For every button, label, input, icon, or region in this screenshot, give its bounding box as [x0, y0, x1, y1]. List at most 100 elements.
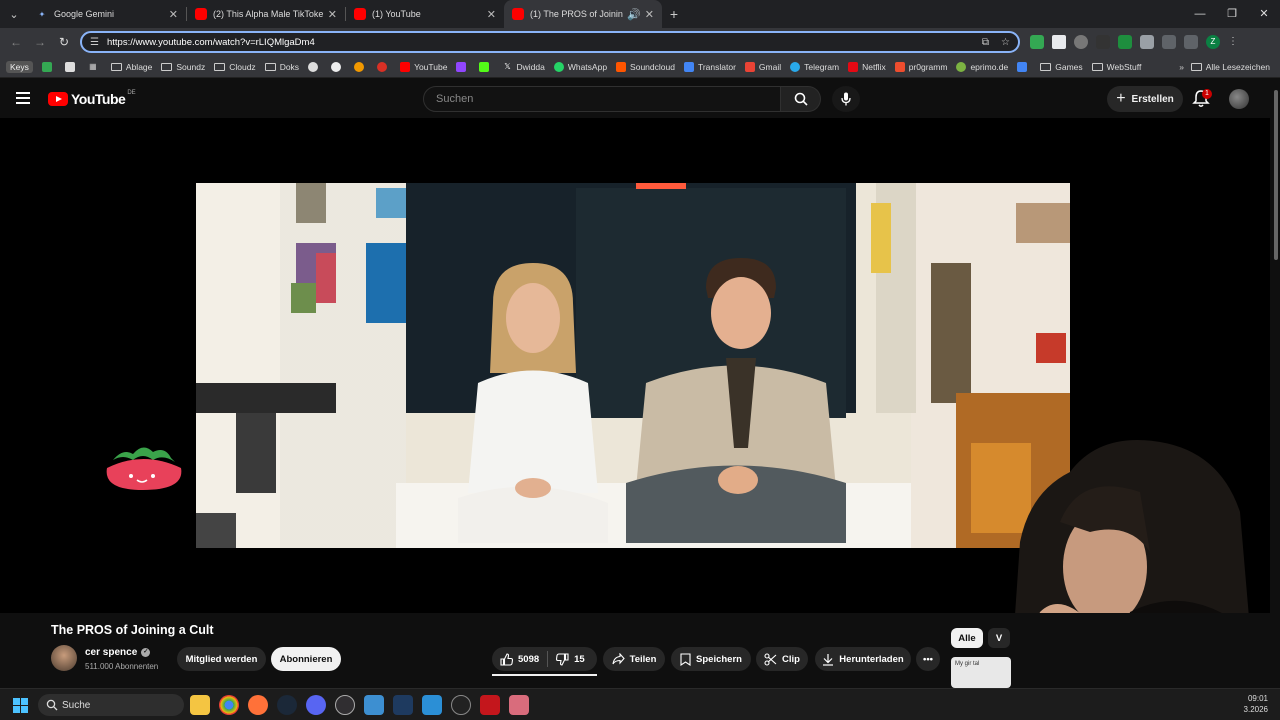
- windows-start-icon[interactable]: [13, 698, 28, 713]
- menu-dots-icon[interactable]: ⋮: [1228, 35, 1238, 49]
- address-bar[interactable]: ☰ https://www.youtube.com/watch?v=rLIQMl…: [80, 31, 1020, 53]
- more-actions-icon[interactable]: •••: [916, 647, 940, 671]
- profile-avatar[interactable]: Z: [1206, 35, 1220, 49]
- extension-icon[interactable]: [1030, 35, 1044, 49]
- close-tab-icon[interactable]: ✕: [328, 8, 337, 21]
- bookmark-soundz[interactable]: Soundz: [161, 62, 205, 72]
- app-icon[interactable]: [364, 695, 384, 715]
- bookmark-icon-white[interactable]: [64, 61, 79, 72]
- browser-tab-tiktoker[interactable]: (2) This Alpha Male TikToker is ✕: [187, 0, 345, 28]
- speaker-icon[interactable]: 🔊: [627, 8, 641, 21]
- bookmark-icon-b[interactable]: [331, 61, 345, 72]
- bookmark-telegram[interactable]: Telegram: [790, 61, 839, 72]
- chip-more[interactable]: V: [988, 628, 1010, 648]
- extension-icon[interactable]: [1118, 35, 1132, 49]
- extension-icon[interactable]: [1096, 35, 1110, 49]
- obs-icon[interactable]: [335, 695, 355, 715]
- bookmark-dwidda[interactable]: 𝕏 Dwidda: [502, 62, 545, 72]
- bookmark-ablage[interactable]: Ablage: [110, 62, 152, 72]
- bookmark-icon-a[interactable]: [308, 61, 322, 72]
- clip-button[interactable]: Clip: [756, 647, 808, 671]
- scrollbar-thumb[interactable]: [1274, 90, 1278, 260]
- bookmark-soundcloud[interactable]: Soundcloud: [616, 61, 675, 72]
- voice-search-button[interactable]: [832, 86, 860, 112]
- bookmark-netflix[interactable]: Netflix: [848, 61, 886, 72]
- channel-name[interactable]: cer spence ✓: [85, 647, 151, 658]
- bookmark-webstuff[interactable]: WebStuff: [1091, 62, 1141, 72]
- search-input[interactable]: Suchen: [423, 86, 781, 112]
- dislike-count[interactable]: 15: [574, 654, 585, 665]
- restore-icon[interactable]: ❐: [1216, 0, 1248, 28]
- browser-tab-active[interactable]: (1) The PROS of Joining a C 🔊 ✕: [504, 0, 662, 28]
- extension-icon[interactable]: [1074, 35, 1088, 49]
- save-button[interactable]: Speichern: [671, 647, 751, 671]
- bookmark-grid-icon[interactable]: ▦: [88, 62, 102, 72]
- close-window-icon[interactable]: ✕: [1248, 0, 1280, 28]
- file-explorer-icon[interactable]: [190, 695, 210, 715]
- bookmark-eprimo[interactable]: eprimo.de: [956, 61, 1008, 72]
- subscribe-button[interactable]: Abonnieren: [271, 647, 341, 671]
- video-frame[interactable]: [196, 183, 1070, 548]
- taskbar-search[interactable]: Suche: [38, 694, 184, 716]
- discord-icon[interactable]: [306, 695, 326, 715]
- app-icon-dark[interactable]: [451, 695, 471, 715]
- thumbs-up-icon[interactable]: [500, 652, 513, 666]
- search-button[interactable]: [781, 86, 821, 112]
- minimize-icon[interactable]: —: [1184, 0, 1216, 28]
- download-button[interactable]: Herunterladen: [815, 647, 911, 671]
- close-tab-icon[interactable]: ✕: [169, 8, 178, 21]
- bookmark-icon-d[interactable]: [377, 61, 391, 72]
- notes-app-icon[interactable]: [422, 695, 442, 715]
- thumbs-down-icon[interactable]: [556, 652, 569, 666]
- bookmark-icon-e[interactable]: [1017, 61, 1031, 72]
- firefox-icon[interactable]: [248, 695, 268, 715]
- bookmark-gmail[interactable]: Gmail: [744, 61, 781, 72]
- bookmark-cloudz[interactable]: Cloudz: [214, 62, 256, 72]
- create-button[interactable]: + Erstellen: [1107, 86, 1183, 112]
- url-text[interactable]: https://www.youtube.com/watch?v=rLIQMlga…: [107, 37, 315, 48]
- tab-search-button[interactable]: ⌄: [0, 0, 28, 28]
- chrome-icon[interactable]: [219, 695, 239, 715]
- bookmark-doks[interactable]: Doks: [264, 62, 299, 72]
- system-clock[interactable]: 09:01 3.2026: [1244, 693, 1268, 715]
- close-tab-icon[interactable]: ✕: [645, 8, 654, 21]
- bookmarks-more-icon[interactable]: »: [1179, 62, 1184, 72]
- reload-icon[interactable]: ↻: [52, 35, 76, 49]
- audio-app-icon[interactable]: [393, 695, 413, 715]
- bookmark-twitch-icon[interactable]: [456, 61, 470, 72]
- bookmark-icon-green[interactable]: [41, 61, 56, 72]
- bookmark-translator[interactable]: Translator: [683, 61, 736, 72]
- close-tab-icon[interactable]: ✕: [487, 8, 496, 21]
- account-avatar[interactable]: [1229, 89, 1249, 109]
- browser-tab-youtube[interactable]: (1) YouTube ✕: [346, 0, 504, 28]
- steam-icon[interactable]: [277, 695, 297, 715]
- sidepanel-icon[interactable]: [1184, 35, 1198, 49]
- join-button[interactable]: Mitglied werden: [177, 647, 266, 671]
- all-bookmarks[interactable]: Alle Lesezeichen: [1190, 62, 1270, 72]
- extension-icon[interactable]: [1140, 35, 1154, 49]
- chip-all[interactable]: Alle: [951, 628, 983, 648]
- page-scrollbar[interactable]: [1272, 80, 1280, 688]
- app-icon-pink[interactable]: [509, 695, 529, 715]
- app-icon-red[interactable]: [480, 695, 500, 715]
- puzzle-icon[interactable]: [1162, 35, 1176, 49]
- share-button[interactable]: Teilen: [603, 647, 665, 671]
- channel-avatar[interactable]: [51, 645, 77, 671]
- bookmark-icon-c[interactable]: [354, 61, 368, 72]
- bookmark-games[interactable]: Games: [1040, 62, 1083, 72]
- browser-tab-gemini[interactable]: ✦ Google Gemini ✕: [28, 0, 186, 28]
- bookmark-youtube[interactable]: YouTube: [400, 61, 447, 72]
- like-count[interactable]: 5098: [518, 654, 539, 665]
- forward-icon[interactable]: →: [28, 35, 52, 49]
- recommended-thumbnail[interactable]: My gir tal: [951, 657, 1011, 688]
- new-tab-button[interactable]: +: [662, 6, 686, 22]
- extension-icon[interactable]: [1052, 35, 1066, 49]
- menu-icon[interactable]: [16, 92, 30, 104]
- bookmark-kick-icon[interactable]: [479, 61, 493, 72]
- cast-icon[interactable]: ⧉: [982, 37, 989, 48]
- site-info-icon[interactable]: ☰: [90, 37, 99, 48]
- bookmark-star-icon[interactable]: ☆: [1001, 37, 1010, 48]
- bookmark-keys[interactable]: Keys: [6, 60, 33, 73]
- youtube-logo[interactable]: YouTube DE: [48, 90, 136, 107]
- bookmark-whatsapp[interactable]: WhatsApp: [553, 61, 607, 72]
